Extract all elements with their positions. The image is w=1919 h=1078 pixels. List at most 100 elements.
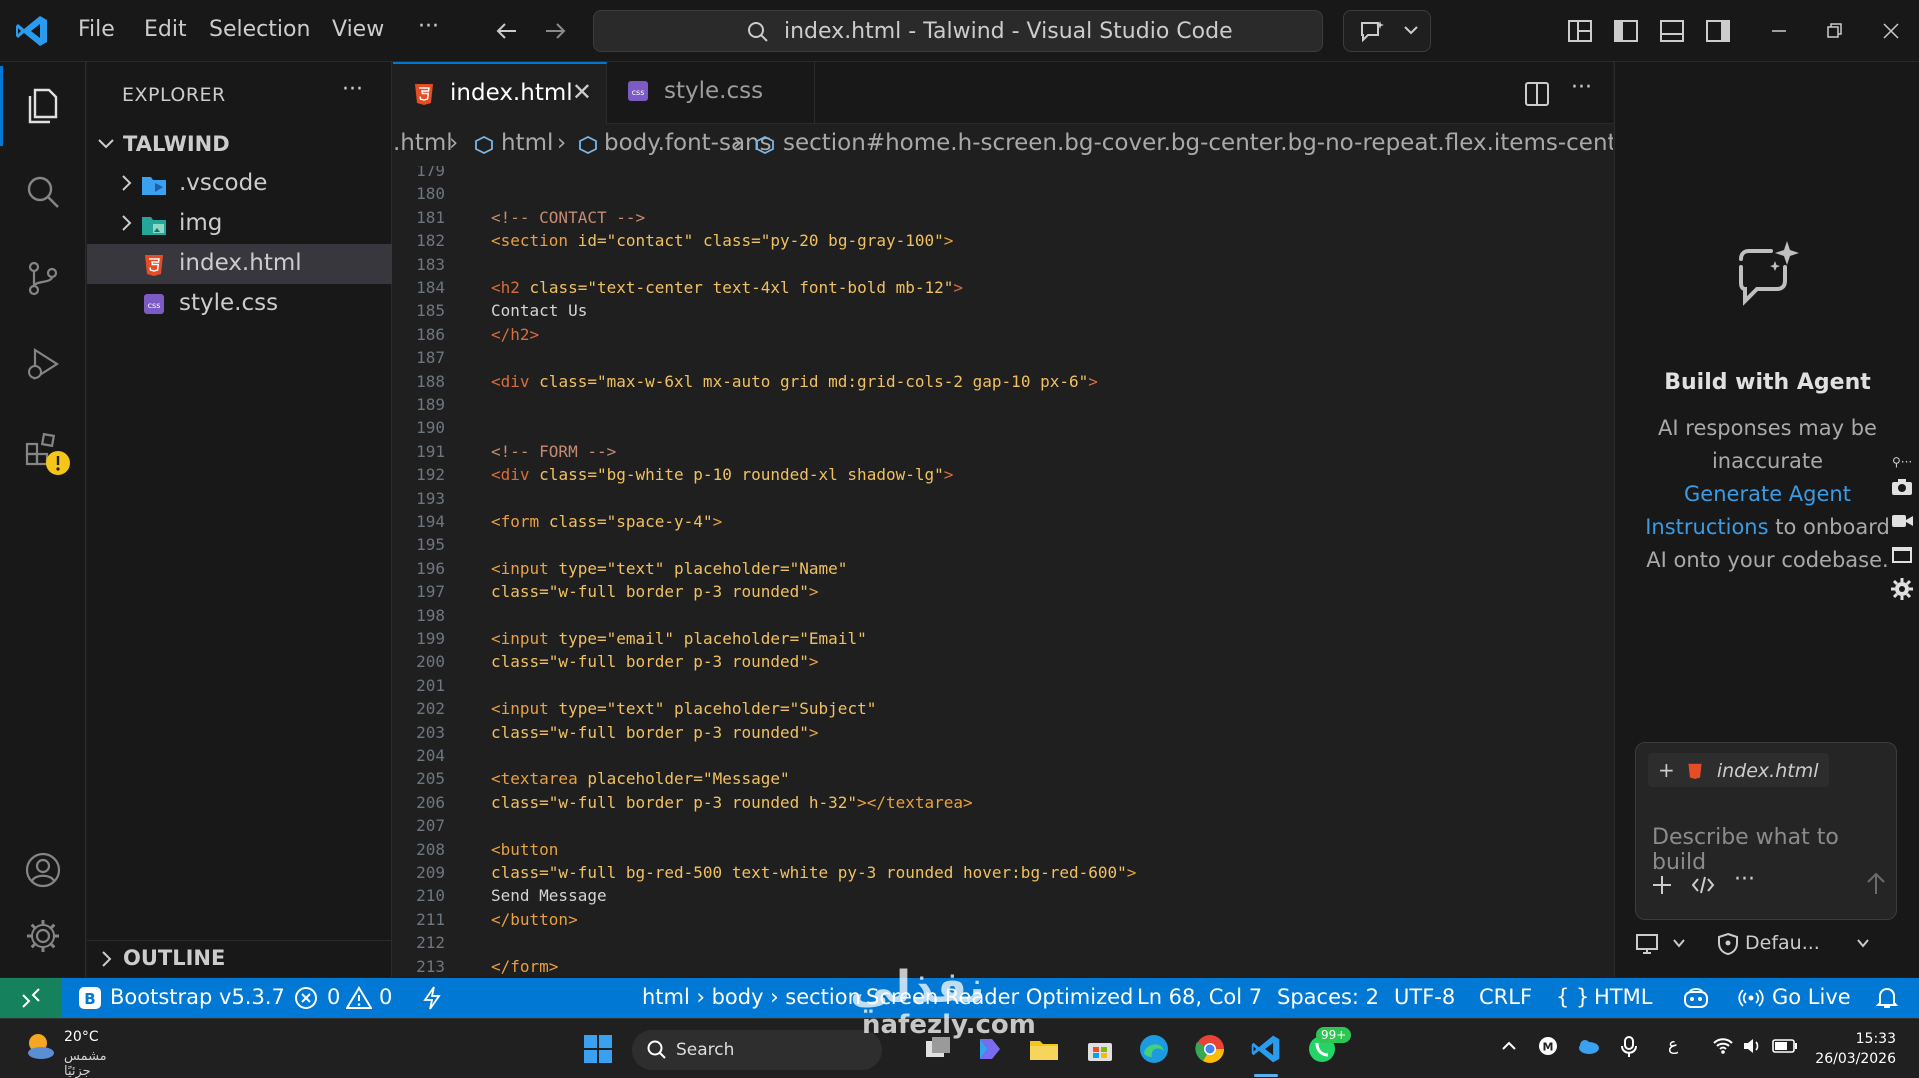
activity-search[interactable]: [0, 152, 86, 232]
split-editor-icon[interactable]: [1523, 80, 1551, 108]
clock[interactable]: 15:33 26/03/2026: [1808, 1029, 1896, 1069]
context-chip[interactable]: + index.html: [1648, 753, 1829, 787]
onedrive-icon[interactable]: [1576, 1037, 1600, 1055]
chevron-up-icon[interactable]: [1500, 1037, 1518, 1055]
code-line[interactable]: 179: [393, 166, 1463, 182]
code-line[interactable]: 185 Contact Us: [393, 299, 1463, 322]
chat-input-field[interactable]: Describe what to build: [1652, 825, 1896, 875]
status-path[interactable]: html › body › section: [642, 985, 861, 1009]
code-line[interactable]: 210 Send Message: [393, 884, 1463, 907]
toggle-panel-icon[interactable]: [1658, 17, 1686, 45]
language-mode[interactable]: HTML: [1594, 985, 1652, 1009]
vscode-taskbar-icon[interactable]: [1250, 1033, 1282, 1065]
code-line[interactable]: 181 <!-- CONTACT -->: [393, 206, 1463, 229]
store-icon[interactable]: [1084, 1033, 1116, 1065]
chevron-down-icon[interactable]: [1855, 935, 1871, 951]
activity-manage[interactable]: [0, 896, 86, 976]
go-live-button[interactable]: Go Live: [1772, 985, 1851, 1009]
code-line[interactable]: 205 <textarea placeholder="Message": [393, 767, 1463, 790]
tree-item-style-css[interactable]: css style.css: [87, 284, 392, 324]
code-line[interactable]: 186 </h2>: [393, 323, 1463, 346]
code-line[interactable]: 211 </button>: [393, 908, 1463, 931]
copilot-chat-button[interactable]: [1343, 10, 1431, 52]
plus-icon[interactable]: +: [1658, 758, 1675, 782]
activity-source-control[interactable]: [0, 238, 86, 318]
toggle-primary-sidebar-icon[interactable]: [1612, 17, 1640, 45]
camera-icon[interactable]: [1890, 477, 1914, 497]
link-icon[interactable]: ⚲···: [1892, 455, 1912, 469]
menu-file[interactable]: File: [78, 17, 115, 42]
close-window-icon[interactable]: [1880, 20, 1902, 42]
code-line[interactable]: 201: [393, 674, 1463, 697]
agent-mode-label[interactable]: Defau...: [1745, 932, 1820, 954]
tree-item-vscode[interactable]: .vscode: [87, 164, 392, 204]
activity-run-debug[interactable]: [0, 324, 86, 404]
tools-icon[interactable]: [1690, 873, 1716, 897]
copilot-status-icon[interactable]: [1682, 986, 1710, 1010]
menu-edit[interactable]: Edit: [144, 17, 187, 42]
bell-icon[interactable]: [1876, 986, 1898, 1010]
wifi-icon[interactable]: [1712, 1037, 1734, 1055]
code-line[interactable]: 208 <button: [393, 838, 1463, 861]
error-count[interactable]: 0: [327, 985, 340, 1009]
window-icon[interactable]: [1890, 545, 1914, 565]
workspace-folder[interactable]: TALWIND: [87, 124, 392, 164]
activity-explorer[interactable]: [0, 66, 86, 146]
tree-item-img[interactable]: img: [87, 204, 392, 244]
edge-icon[interactable]: [1138, 1033, 1170, 1065]
tab-style-css[interactable]: css style.css: [607, 62, 815, 124]
add-context-icon[interactable]: [1650, 873, 1674, 897]
code-line[interactable]: 202 <input type="text" placeholder="Subje…: [393, 697, 1463, 720]
code-line[interactable]: 198: [393, 604, 1463, 627]
code-line[interactable]: 189: [393, 393, 1463, 416]
command-center[interactable]: index.html - Talwind - Visual Studio Cod…: [593, 10, 1323, 52]
code-line[interactable]: 182 <section id="contact" class="py-20 bg…: [393, 229, 1463, 252]
breadcrumb-section[interactable]: section#home.h-screen.bg-cover.bg-center…: [783, 130, 1613, 156]
code-line[interactable]: 190: [393, 416, 1463, 439]
end-of-line[interactable]: CRLF: [1479, 985, 1532, 1009]
code-line[interactable]: 207: [393, 814, 1463, 837]
indentation[interactable]: Spaces: 2: [1277, 985, 1379, 1009]
code-line[interactable]: 197 class="w-full border p-3 rounded">: [393, 580, 1463, 603]
menu-view[interactable]: View: [332, 17, 384, 42]
chat-input-box[interactable]: + index.html Describe what to build ···: [1635, 742, 1897, 920]
close-icon[interactable]: ✕: [572, 78, 592, 106]
windows-start-icon[interactable]: [582, 1033, 614, 1065]
code-line[interactable]: 195: [393, 533, 1463, 556]
restore-icon[interactable]: [1823, 20, 1845, 42]
menu-more[interactable]: ···: [418, 14, 439, 39]
monitor-icon[interactable]: [1635, 933, 1659, 955]
tab-index-html[interactable]: index.html ✕: [393, 62, 607, 124]
video-icon[interactable]: [1890, 511, 1914, 531]
battery-icon[interactable]: [1772, 1039, 1798, 1053]
editor-more-button[interactable]: ···: [1571, 75, 1592, 100]
code-line[interactable]: 204: [393, 744, 1463, 767]
code-line[interactable]: 184 <h2 class="text-center text-4xl font-…: [393, 276, 1463, 299]
microphone-icon[interactable]: [1620, 1035, 1638, 1059]
code-line[interactable]: 206 class="w-full border p-3 rounded h-32…: [393, 791, 1463, 814]
code-line[interactable]: 183: [393, 253, 1463, 276]
volume-icon[interactable]: [1742, 1037, 1762, 1055]
code-line[interactable]: 188 <div class="max-w-6xl mx-auto grid md…: [393, 370, 1463, 393]
breadcrumb-html[interactable]: html: [501, 130, 553, 156]
code-line[interactable]: 191 <!-- FORM -->: [393, 440, 1463, 463]
menu-selection[interactable]: Selection: [209, 17, 310, 42]
code-line[interactable]: 212: [393, 931, 1463, 954]
chevron-down-icon[interactable]: [1671, 935, 1687, 951]
code-line[interactable]: 180: [393, 182, 1463, 205]
tray-app-icon[interactable]: M: [1538, 1036, 1558, 1056]
breadcrumb-file[interactable]: .html: [393, 130, 453, 156]
code-line[interactable]: 192 <div class="bg-white p-10 rounded-xl …: [393, 463, 1463, 486]
code-line[interactable]: 196 <input type="text" placeholder="Name": [393, 557, 1463, 580]
outline-section[interactable]: OUTLINE: [87, 940, 392, 977]
code-line[interactable]: 199 <input type="email" placeholder="Emai…: [393, 627, 1463, 650]
explorer-more-button[interactable]: ···: [342, 77, 363, 102]
taskbar-search[interactable]: Search: [632, 1030, 882, 1070]
gear-icon[interactable]: [1890, 577, 1914, 601]
lightning-icon[interactable]: [422, 986, 442, 1010]
customize-layout-icon[interactable]: [1566, 17, 1594, 45]
chrome-icon[interactable]: [1194, 1033, 1226, 1065]
activity-extensions[interactable]: [0, 410, 86, 490]
bootstrap-version[interactable]: Bootstrap v5.3.7: [110, 985, 285, 1009]
code-editor[interactable]: 179 180 181 <!-- CONTACT --> 182 <section id=…: [393, 166, 1613, 977]
